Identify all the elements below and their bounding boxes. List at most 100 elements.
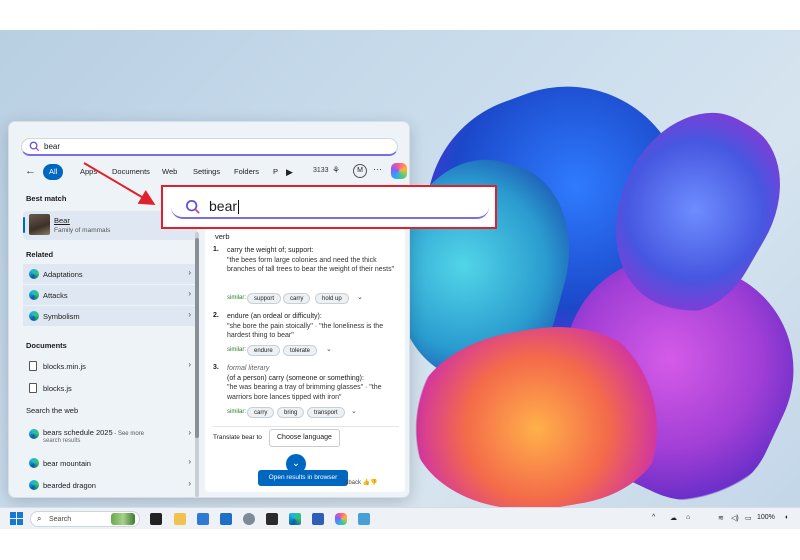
best-match-title: Bear xyxy=(54,216,70,225)
more-options-icon[interactable]: ··· xyxy=(373,164,382,174)
document-item-label: blocks.min.js xyxy=(43,362,86,371)
photos-icon[interactable] xyxy=(358,513,370,525)
open-in-browser-button[interactable]: Open results in browser xyxy=(258,470,348,486)
related-item-label: Adaptations xyxy=(43,270,83,279)
expand-chevron-icon[interactable]: ⌄ xyxy=(326,345,332,353)
expand-chevron-icon[interactable]: ⌄ xyxy=(357,293,363,301)
tab-web[interactable]: Web xyxy=(156,164,183,180)
similar-pill[interactable]: endure xyxy=(247,345,280,356)
play-more-icon[interactable]: ▶ xyxy=(280,164,299,180)
chevron-right-icon: › xyxy=(188,289,191,298)
feedback-link[interactable]: dback 👍👎 xyxy=(345,479,378,486)
wifi-icon[interactable]: ≋ xyxy=(718,514,724,522)
similar-pill[interactable]: transport xyxy=(307,407,345,418)
file-explorer-icon[interactable] xyxy=(174,513,186,525)
similar-label: similar: xyxy=(227,295,246,301)
definition-example: "the bees form large colonies and need t… xyxy=(227,256,395,274)
tab-apps[interactable]: Apps xyxy=(74,164,103,180)
related-item-label: Symbolism xyxy=(43,312,80,321)
thumbs-down-icon[interactable]: 👎 xyxy=(370,480,377,486)
windows-start-icon[interactable] xyxy=(10,512,23,525)
tab-documents[interactable]: Documents xyxy=(106,164,156,180)
web-item-label: bears schedule 2025 - See more xyxy=(43,428,144,437)
bottom-margin xyxy=(0,529,800,560)
terminal-icon[interactable] xyxy=(266,513,278,525)
rewards-icon[interactable]: ⚘ xyxy=(332,165,340,176)
best-match-subtitle: Family of mammals xyxy=(54,227,111,234)
choose-language-button[interactable]: Choose language xyxy=(269,429,340,447)
document-item-blocks[interactable]: blocks.js xyxy=(23,378,197,398)
tab-settings[interactable]: Settings xyxy=(187,164,226,180)
taskbar-search-text: Search xyxy=(49,515,72,523)
back-arrow-icon[interactable]: ← xyxy=(25,165,36,177)
network-icon[interactable]: ⌂ xyxy=(686,514,690,521)
definition-2: 2. endure (an ordeal or difficulty): "she… xyxy=(213,312,399,342)
edge-browser-icon[interactable] xyxy=(289,513,301,525)
similar-label: similar: xyxy=(227,409,246,415)
definition-number: 3. xyxy=(213,364,219,371)
web-item-bear-mountain[interactable]: bear mountain › xyxy=(23,453,197,473)
search-input[interactable]: bear xyxy=(21,138,398,156)
account-avatar[interactable]: M xyxy=(353,164,367,178)
outlook-icon[interactable] xyxy=(220,513,232,525)
similar-pill[interactable]: support xyxy=(247,293,282,304)
search-query-text: bear xyxy=(44,142,61,151)
document-item-label: blocks.js xyxy=(43,384,72,393)
related-item-adaptations[interactable]: Adaptations › xyxy=(23,264,197,284)
copilot-app-icon[interactable] xyxy=(335,513,347,525)
definition-example: "she bore the pain stoically" · "the lon… xyxy=(227,322,384,340)
task-view-icon[interactable] xyxy=(150,513,162,525)
chevron-right-icon: › xyxy=(188,268,191,277)
notifications-icon[interactable]: ◐ xyxy=(785,514,789,521)
similar-pill[interactable]: hold up xyxy=(315,293,349,304)
edge-icon xyxy=(29,269,39,279)
document-item-blocks-min[interactable]: blocks.min.js › xyxy=(23,356,197,376)
web-item-sub: search results xyxy=(43,438,81,444)
rewards-points: 3133 xyxy=(313,167,329,174)
zoomed-search-input: bear xyxy=(171,195,489,219)
definition-example: "he was bearing a tray of brimming glass… xyxy=(227,384,382,401)
similar-pill[interactable]: carry xyxy=(247,407,275,418)
definition-number: 1. xyxy=(213,246,219,253)
cloud-icon[interactable]: ☁ xyxy=(670,514,677,522)
chevron-right-icon: › xyxy=(188,310,191,319)
dictionary-pane: verb 1. carry the weight of; support: "th… xyxy=(205,228,405,492)
related-heading: Related xyxy=(26,250,54,259)
copilot-search-icon xyxy=(186,200,200,214)
chevron-right-icon: › xyxy=(188,428,191,437)
translate-row: Translate bear to Choose language xyxy=(213,426,399,447)
scrollbar-thumb[interactable] xyxy=(195,238,199,438)
battery-icon[interactable]: ▭ xyxy=(745,514,752,522)
taskbar: ⌕ Search ^ ☁ ⌂ ≋ ◁) ▭ 100% ◐ xyxy=(0,507,800,529)
teams-icon[interactable] xyxy=(312,513,324,525)
feedback-text: dback xyxy=(345,480,362,486)
tab-folders[interactable]: Folders xyxy=(228,164,265,180)
chevron-up-icon[interactable]: ^ xyxy=(652,514,655,521)
similar-pill[interactable]: carry xyxy=(283,293,311,304)
left-scrollbar[interactable] xyxy=(195,232,199,497)
web-item-label: bear mountain xyxy=(43,459,91,468)
settings-gear-icon[interactable] xyxy=(243,513,255,525)
related-item-attacks[interactable]: Attacks › xyxy=(23,285,197,305)
taskbar-search[interactable]: ⌕ Search xyxy=(30,511,140,527)
similar-words-1: similar: support carry hold up ⌄ xyxy=(227,293,397,304)
search-highlight-image xyxy=(111,513,135,525)
similar-pill[interactable]: tolerate xyxy=(283,345,318,356)
edge-icon xyxy=(29,480,39,490)
web-item-bearded-dragon[interactable]: bearded dragon › xyxy=(23,475,197,495)
definition-meaning: endure (an ordeal or difficulty): xyxy=(227,313,322,320)
similar-pill[interactable]: bring xyxy=(277,407,305,418)
related-item-symbolism[interactable]: Symbolism › xyxy=(23,306,197,326)
selection-accent xyxy=(23,217,25,233)
edge-icon xyxy=(29,429,39,439)
tab-all[interactable]: All xyxy=(43,164,64,180)
expand-chevron-icon[interactable]: ⌄ xyxy=(351,407,357,415)
similar-words-2: similar: endure tolerate ⌄ xyxy=(227,345,397,356)
volume-icon[interactable]: ◁) xyxy=(731,514,739,522)
search-panel: bear ← All Apps Documents Web Settings F… xyxy=(8,121,410,498)
definition-meaning: (of a person) carry (someone or somethin… xyxy=(227,374,364,382)
store-icon[interactable] xyxy=(197,513,209,525)
copilot-icon[interactable] xyxy=(391,163,407,179)
web-item-bears-schedule[interactable]: bears schedule 2025 - See more search re… xyxy=(23,424,197,448)
chevron-right-icon: › xyxy=(188,360,191,369)
